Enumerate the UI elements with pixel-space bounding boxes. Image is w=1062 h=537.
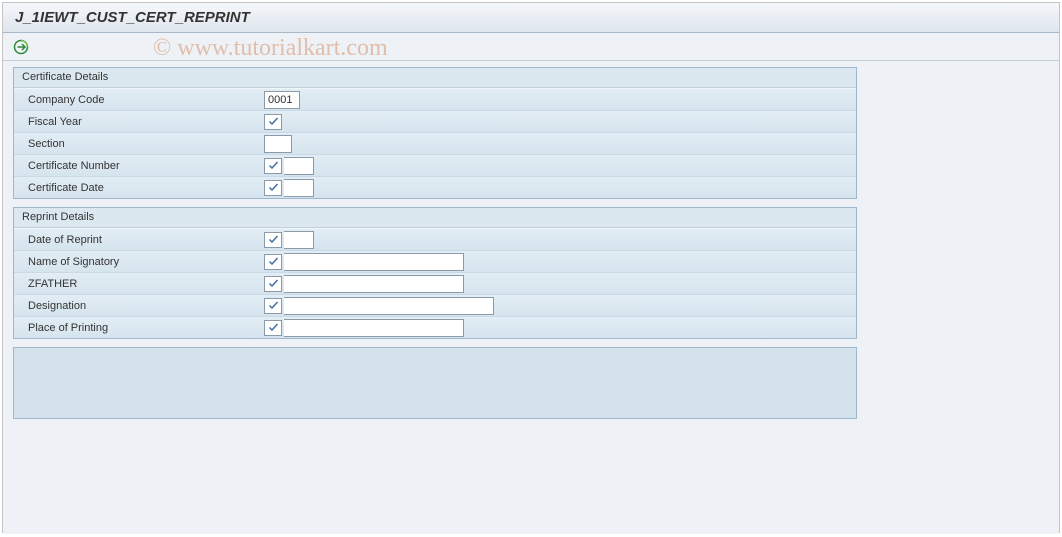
row-fiscal-year: Fiscal Year [14, 110, 856, 132]
zfather-required-icon [264, 276, 282, 292]
execute-icon[interactable] [13, 39, 29, 55]
designation-required-icon [264, 298, 282, 314]
certificate-number-required-icon [264, 158, 282, 174]
section-input[interactable] [264, 135, 292, 153]
date-of-reprint-input[interactable] [284, 231, 314, 249]
group-title-reprint: Reprint Details [14, 208, 856, 228]
toolbar [3, 33, 1059, 61]
row-designation: Designation [14, 294, 856, 316]
group-reprint-details: Reprint Details Date of Reprint Name of … [13, 207, 857, 339]
row-date-of-reprint: Date of Reprint [14, 228, 856, 250]
group-certificate-details: Certificate Details Company Code Fiscal … [13, 67, 857, 199]
empty-group-box [13, 347, 857, 419]
row-company-code: Company Code [14, 88, 856, 110]
label-date-of-reprint: Date of Reprint [14, 234, 264, 246]
certificate-date-input[interactable] [284, 179, 314, 197]
label-certificate-date: Certificate Date [14, 182, 264, 194]
label-section: Section [14, 138, 264, 150]
label-name-of-signatory: Name of Signatory [14, 256, 264, 268]
row-section: Section [14, 132, 856, 154]
name-of-signatory-input[interactable] [284, 253, 464, 271]
row-certificate-date: Certificate Date [14, 176, 856, 198]
label-certificate-number: Certificate Number [14, 160, 264, 172]
place-of-printing-required-icon [264, 320, 282, 336]
label-designation: Designation [14, 300, 264, 312]
label-company-code: Company Code [14, 94, 264, 106]
zfather-input[interactable] [284, 275, 464, 293]
page-title: J_1IEWT_CUST_CERT_REPRINT [3, 3, 1059, 33]
company-code-input[interactable] [264, 91, 300, 109]
certificate-number-input[interactable] [284, 157, 314, 175]
label-zfather: ZFATHER [14, 278, 264, 290]
label-place-of-printing: Place of Printing [14, 322, 264, 334]
designation-input[interactable] [284, 297, 494, 315]
label-fiscal-year: Fiscal Year [14, 116, 264, 128]
row-zfather: ZFATHER [14, 272, 856, 294]
row-certificate-number: Certificate Number [14, 154, 856, 176]
date-of-reprint-required-icon [264, 232, 282, 248]
name-of-signatory-required-icon [264, 254, 282, 270]
row-place-of-printing: Place of Printing [14, 316, 856, 338]
group-title-certificate: Certificate Details [14, 68, 856, 88]
certificate-date-required-icon [264, 180, 282, 196]
content-area: Certificate Details Company Code Fiscal … [3, 61, 1059, 534]
row-name-of-signatory: Name of Signatory [14, 250, 856, 272]
fiscal-year-required-icon [264, 114, 282, 130]
place-of-printing-input[interactable] [284, 319, 464, 337]
